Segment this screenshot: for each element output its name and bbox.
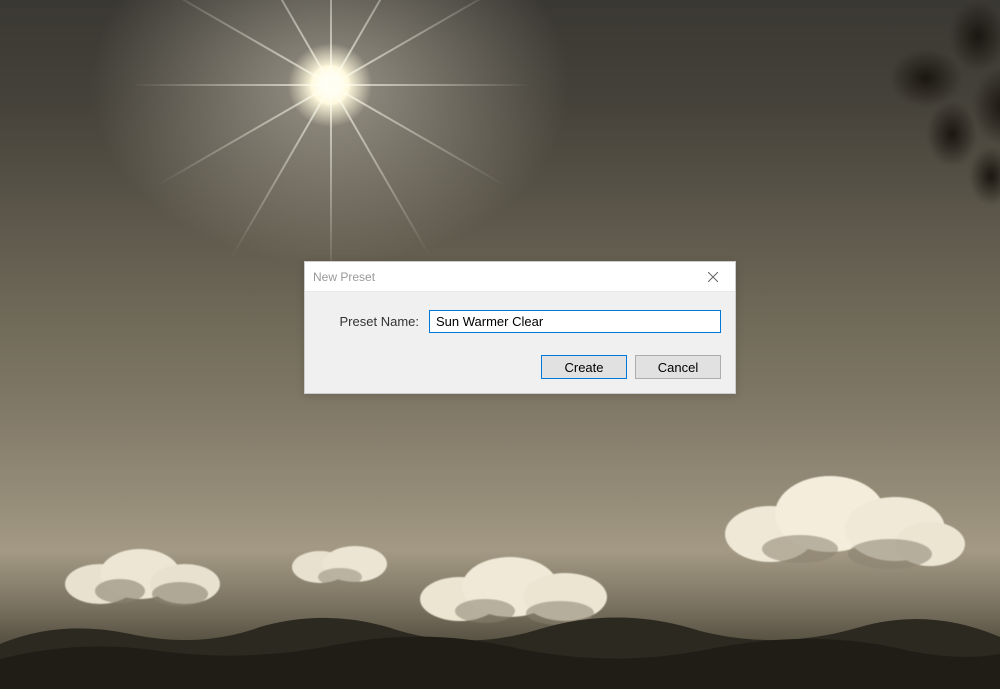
- sun-ray: [330, 85, 332, 285]
- sun-ray: [330, 85, 432, 259]
- cancel-button[interactable]: Cancel: [635, 355, 721, 379]
- dialog-titlebar[interactable]: New Preset: [305, 262, 735, 292]
- sun-ray: [330, 0, 332, 85]
- preset-name-label: Preset Name:: [319, 314, 419, 329]
- sun-ray: [230, 85, 332, 259]
- sun-ray: [157, 84, 331, 186]
- tree-silhouette: [770, 0, 1000, 260]
- sun-ray: [331, 84, 531, 86]
- cloud: [280, 529, 400, 589]
- sun-ray: [331, 0, 505, 86]
- close-button[interactable]: [690, 262, 735, 292]
- dialog-body: Preset Name: Create Cancel: [305, 292, 735, 393]
- preset-name-input[interactable]: [429, 310, 721, 333]
- sun-ray: [131, 84, 331, 86]
- dialog-title: New Preset: [313, 270, 375, 284]
- new-preset-dialog: New Preset Preset Name: Create Cancel: [304, 261, 736, 394]
- dialog-button-row: Create Cancel: [319, 355, 721, 379]
- mountain-silhouette: [0, 589, 1000, 689]
- cloud: [710, 449, 970, 579]
- sun-ray: [331, 84, 505, 186]
- preset-name-row: Preset Name:: [319, 310, 721, 333]
- create-button[interactable]: Create: [541, 355, 627, 379]
- close-icon: [708, 272, 718, 282]
